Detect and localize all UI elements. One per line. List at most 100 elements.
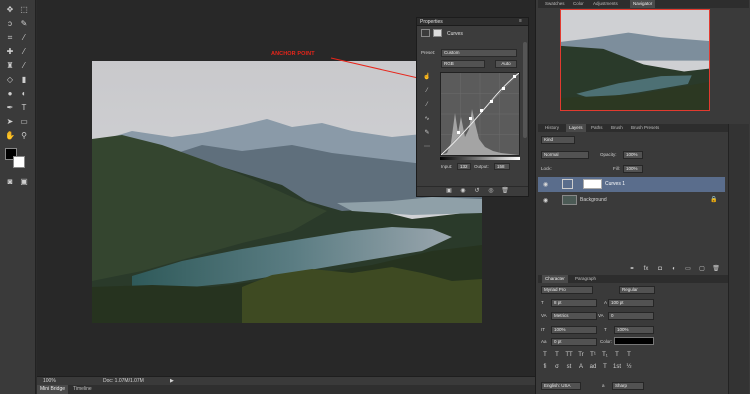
adjustment-layer-icon[interactable]: ◐ xyxy=(670,266,678,273)
alternates-button[interactable]: σ xyxy=(553,364,561,371)
tab-color[interactable]: Color xyxy=(570,0,587,8)
tab-mini-bridge[interactable]: Mini Bridge xyxy=(37,385,69,394)
auto-button[interactable]: Auto xyxy=(495,60,517,68)
tracking-field[interactable]: 0 xyxy=(608,312,654,320)
font-family-dropdown[interactable]: Myriad Pro xyxy=(541,286,593,294)
blur-tool-icon[interactable]: ● xyxy=(4,88,16,99)
properties-scrollbar[interactable] xyxy=(523,42,527,138)
leading-field[interactable]: 100 pt xyxy=(608,299,654,307)
fx-icon[interactable]: fx xyxy=(642,266,650,273)
layer-name[interactable]: Background xyxy=(580,197,607,203)
dodge-tool-icon[interactable]: ◐ xyxy=(18,88,30,99)
layer-mask-thumbnail[interactable] xyxy=(583,179,602,189)
add-mask-icon[interactable]: ◘ xyxy=(656,266,664,273)
eraser-tool-icon[interactable]: ◇ xyxy=(4,74,16,85)
subscript-button[interactable]: T₁ xyxy=(601,352,609,359)
panel-menu-icon[interactable]: ≡ xyxy=(519,18,522,24)
stylistic-alternates-button[interactable]: ad xyxy=(589,364,597,371)
new-layer-icon[interactable]: ▢ xyxy=(698,266,706,273)
language-dropdown[interactable]: English: USA xyxy=(541,382,581,390)
path-select-tool-icon[interactable]: ➤ xyxy=(4,116,16,127)
curve-point[interactable] xyxy=(457,131,460,134)
gradient-tool-icon[interactable]: ▮ xyxy=(18,74,30,85)
layer-row-background[interactable]: ◉ Background 🔒 xyxy=(538,193,725,208)
marquee-tool-icon[interactable]: ⬚ xyxy=(18,4,30,15)
target-adjust-icon[interactable]: ☝ xyxy=(423,74,431,81)
lasso-tool-icon[interactable]: ↄ xyxy=(4,18,16,29)
tab-layers[interactable]: Layers xyxy=(566,124,586,132)
font-style-dropdown[interactable]: Regular xyxy=(619,286,655,294)
visibility-eye-icon[interactable]: ◉ xyxy=(543,197,548,204)
fractions-button[interactable]: ½ xyxy=(625,364,633,371)
link-icon[interactable]: ⚭ xyxy=(628,266,636,273)
crop-tool-icon[interactable]: ⌗ xyxy=(4,32,16,43)
view-previous-icon[interactable]: ◉ xyxy=(459,188,467,195)
baseline-field[interactable]: 0 pt xyxy=(551,338,597,346)
type-tool-icon[interactable]: T xyxy=(18,102,30,113)
faux-italic-button[interactable]: T xyxy=(553,352,561,359)
input-field[interactable]: 132 xyxy=(457,163,471,170)
text-color-swatch[interactable] xyxy=(614,337,654,345)
curves-graph[interactable] xyxy=(440,72,520,156)
healing-tool-icon[interactable]: ✚ xyxy=(4,46,16,57)
small-caps-button[interactable]: Tr xyxy=(577,352,585,359)
layer-filter-dropdown[interactable]: Kind xyxy=(541,136,575,144)
faux-bold-button[interactable]: T xyxy=(541,352,549,359)
ligatures-button[interactable]: fi xyxy=(541,364,549,371)
swash-button[interactable]: A xyxy=(577,364,585,371)
background-color-swatch[interactable] xyxy=(13,156,25,168)
black-point-eyedropper-icon[interactable]: ⁄ xyxy=(423,88,431,95)
output-field[interactable]: 158 xyxy=(494,163,510,170)
horizontal-scale-field[interactable]: 100% xyxy=(614,326,654,334)
shape-tool-icon[interactable]: ▭ xyxy=(18,116,30,127)
trash-icon[interactable]: 🗑 xyxy=(712,266,720,273)
tab-history[interactable]: History xyxy=(542,124,562,132)
eyedropper-tool-icon[interactable]: ⁄ xyxy=(18,32,30,43)
strikethrough-button[interactable]: T xyxy=(625,352,633,359)
underline-button[interactable]: T xyxy=(613,352,621,359)
curve-point[interactable] xyxy=(490,100,493,103)
vertical-scale-field[interactable]: 100% xyxy=(551,326,597,334)
channel-dropdown[interactable]: RGB xyxy=(441,60,485,68)
clone-stamp-tool-icon[interactable]: ♜ xyxy=(4,60,16,71)
layer-row-curves[interactable]: ◉ Curves 1 xyxy=(538,177,725,192)
mask-icon[interactable] xyxy=(433,29,442,37)
preset-dropdown[interactable]: Custom xyxy=(441,49,517,57)
titling-button[interactable]: T xyxy=(601,364,609,371)
zoom-tool-icon[interactable]: ⚲ xyxy=(18,130,30,141)
opacity-field[interactable]: 100% xyxy=(623,151,643,159)
tab-character[interactable]: Character xyxy=(542,275,568,283)
screen-mode-icon[interactable]: ▣ xyxy=(18,176,30,187)
smooth-curve-icon[interactable]: ⋯ xyxy=(423,144,431,151)
curve-point[interactable] xyxy=(469,117,472,120)
visibility-eye-icon[interactable]: ◉ xyxy=(543,181,548,188)
curve-point-mode-icon[interactable]: ∿ xyxy=(423,116,431,123)
tab-paragraph[interactable]: Paragraph xyxy=(572,275,599,283)
curve-point[interactable] xyxy=(502,87,505,90)
antialias-dropdown[interactable]: Sharp xyxy=(612,382,644,390)
tab-swatches[interactable]: Swatches xyxy=(542,0,568,8)
curve-point[interactable] xyxy=(513,75,516,78)
font-size-field[interactable]: 8 pt xyxy=(551,299,597,307)
move-tool-icon[interactable]: ✥ xyxy=(4,4,16,15)
status-arrow-icon[interactable]: ▶ xyxy=(170,377,174,385)
tab-navigator[interactable]: Navigator xyxy=(630,0,656,8)
visibility-icon[interactable]: ◎ xyxy=(487,188,495,195)
trash-icon[interactable]: 🗑 xyxy=(501,188,509,195)
blend-mode-dropdown[interactable]: Normal xyxy=(541,151,589,159)
kerning-field[interactable]: Metrics xyxy=(551,312,597,320)
group-icon[interactable]: ▭ xyxy=(684,266,692,273)
superscript-button[interactable]: T¹ xyxy=(589,352,597,359)
tab-paths[interactable]: Paths xyxy=(588,124,606,132)
history-brush-tool-icon[interactable]: ⁄ xyxy=(18,60,30,71)
layer-name[interactable]: Curves 1 xyxy=(605,181,625,187)
fill-field[interactable]: 100% xyxy=(623,165,643,173)
gray-point-eyedropper-icon[interactable]: ⁄ xyxy=(423,102,431,109)
tab-brush-presets[interactable]: Brush Presets xyxy=(628,124,662,132)
pen-tool-icon[interactable]: ✒ xyxy=(4,102,16,113)
tab-adjustments[interactable]: Adjustments xyxy=(590,0,621,8)
curve-point[interactable] xyxy=(480,109,483,112)
reset-icon[interactable]: ↺ xyxy=(473,188,481,195)
tab-brush[interactable]: Brush xyxy=(608,124,626,132)
discretionary-ligatures-button[interactable]: st xyxy=(565,364,573,371)
